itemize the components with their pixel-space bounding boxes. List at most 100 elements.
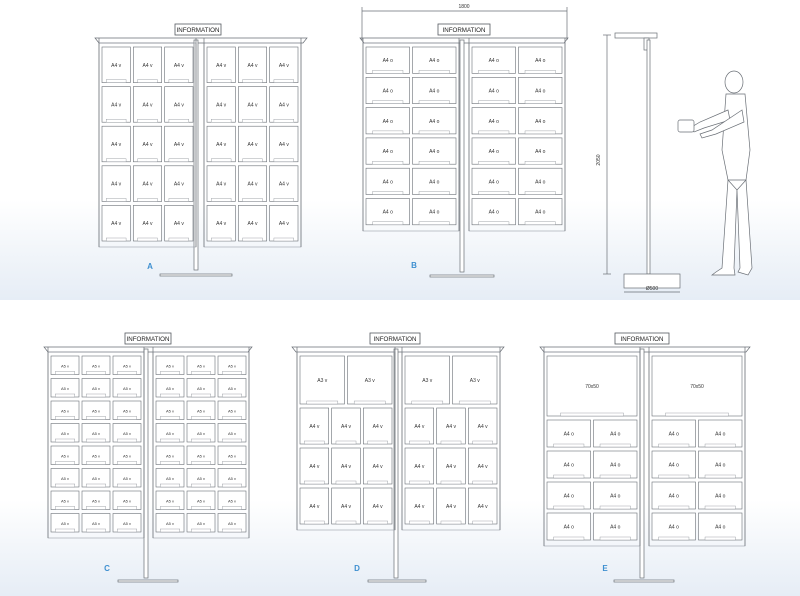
brochure-pocket: A4 o	[412, 77, 457, 104]
pocket-label: A4 v	[373, 424, 384, 430]
top-bar	[94, 37, 308, 44]
brochure-pocket: A4 v	[206, 205, 236, 242]
panel: A4 o A4 o A4 o A4 o A4 o A4 o A4 o A4 o A4 o A4 o…	[362, 38, 460, 232]
pocket-label: A5 v	[61, 408, 69, 413]
pocket-label: A4 o	[535, 58, 546, 64]
brochure-pocket: A5 v	[186, 378, 216, 398]
brochure-pocket: A4 v	[238, 46, 267, 83]
brochure-pocket: A4 o	[471, 77, 516, 104]
pocket-label: A5 v	[92, 363, 100, 368]
base-dimension-label: Ø500	[646, 286, 658, 292]
brochure-pocket: A4 o	[471, 107, 516, 135]
brochure-pocket: A4 o	[412, 167, 457, 195]
pocket-label: A4 v	[174, 102, 185, 108]
pocket-label: A4 v	[174, 63, 185, 69]
base	[613, 579, 675, 583]
stand-e: INFORMATION E 70x50 A4 o A4 o A4 o A4 o A4 o A4 …	[539, 332, 751, 583]
brochure-pocket: A5 v	[112, 445, 142, 465]
pocket-label: A4 o	[610, 494, 621, 500]
brochure-pocket: A5 v	[217, 445, 247, 465]
brochure-pocket: A4 v	[299, 447, 329, 485]
pocket-label: A4 o	[610, 463, 621, 469]
brochure-pocket: A4 o	[365, 46, 410, 74]
pocket-label: A5 v	[228, 476, 236, 481]
pocket-label: A4 v	[247, 63, 258, 69]
brochure-pocket: A4 v	[238, 165, 267, 202]
stand-letter: E	[602, 564, 608, 573]
brochure-pocket: A5 v	[186, 355, 216, 375]
stand-letter: D	[354, 564, 360, 573]
pocket-label: A4 o	[383, 179, 394, 185]
pocket-label: A3 v	[422, 378, 433, 384]
panel: A3 v A3 v A4 v A4 v A4 v A4 v A4 v A4 v A4 v A4 v…	[296, 347, 396, 531]
information-header: INFORMATION	[174, 23, 222, 36]
brochure-pocket: A4 v	[436, 447, 466, 485]
pocket-label: A5 v	[228, 431, 236, 436]
pocket-label: A4 o	[715, 463, 726, 469]
brochure-pocket: A4 v	[269, 86, 299, 123]
brochure-pocket: A4 v	[269, 165, 299, 202]
base	[117, 579, 179, 583]
brochure-pocket: A4 v	[133, 165, 162, 202]
pocket-label: A4 v	[142, 221, 153, 227]
information-header-text: INFORMATION	[374, 336, 417, 343]
pocket-label: A4 v	[142, 63, 153, 69]
brochure-pocket: A5 v	[155, 513, 185, 533]
brochure-pocket: A5 v	[217, 468, 247, 488]
panel: A5 v A5 v A5 v A5 v A5 v A5 v A5 v A5 v A5 v A5 v…	[152, 347, 250, 539]
pocket-label: A5 v	[166, 386, 174, 391]
brochure-pocket: A4 v	[101, 46, 131, 83]
pocket-label: A5 v	[166, 521, 174, 526]
brochure-pocket: A4 v	[206, 86, 236, 123]
pocket-label: A3 v	[470, 378, 481, 384]
panel: A4 v A4 v A4 v A4 v A4 v A4 v A4 v A4 v A4 v A4 v…	[203, 38, 302, 248]
pocket-label: A4 o	[429, 88, 440, 94]
pocket-label: A4 o	[429, 119, 440, 125]
brochure-pocket: A4 o	[698, 419, 743, 448]
pocket-label: A4 o	[669, 463, 680, 469]
brochure-pocket: A5 v	[186, 468, 216, 488]
brochure-pocket: A4 o	[518, 137, 563, 165]
brochure-pocket: A5 v	[217, 355, 247, 375]
brochure-pocket: A5 v	[112, 468, 142, 488]
pocket-label: A4 o	[669, 432, 680, 438]
brochure-pocket: A5 v	[112, 355, 142, 375]
brochure-pocket: A5 v	[50, 400, 80, 420]
brochure-pocket: A5 v	[217, 378, 247, 398]
pocket-label: A4 v	[174, 182, 185, 188]
pocket-label: A4 v	[216, 182, 227, 188]
pocket-label: A5 v	[61, 431, 69, 436]
pocket-label: A5 v	[228, 386, 236, 391]
pocket-label: A4 v	[111, 221, 122, 227]
base	[429, 274, 495, 278]
brochure-pocket: A4 o	[593, 450, 638, 479]
pocket-label: A4 v	[446, 504, 457, 510]
pocket-label: A4 o	[564, 494, 575, 500]
pocket-label: A5 v	[61, 521, 69, 526]
pocket-label: 70x50	[585, 384, 599, 390]
brochure-pocket: A5 v	[155, 445, 185, 465]
pocket-label: A4 o	[610, 432, 621, 438]
brochure-pocket: A4 v	[101, 165, 131, 202]
stand-d: INFORMATION D A3 v A3 v A4 v A4 v A4 v A4 v A4 v…	[291, 332, 505, 583]
brochure-pocket: A5 v	[217, 400, 247, 420]
information-header: INFORMATION	[437, 23, 491, 36]
brochure-pocket: A4 o	[593, 512, 638, 541]
pocket-label: A5 v	[228, 453, 236, 458]
brochure-pocket: A5 v	[217, 513, 247, 533]
brochure-pocket: A4 o	[546, 512, 591, 541]
brochure-pocket: A5 v	[155, 400, 185, 420]
pocket-label: A4 o	[429, 149, 440, 155]
information-header-text: INFORMATION	[177, 27, 220, 34]
pocket-label: A5 v	[197, 386, 205, 391]
brochure-pocket: A4 o	[471, 167, 516, 195]
stand-letter: B	[411, 261, 417, 270]
brochure-pocket: A4 v	[133, 46, 162, 83]
brochure-pocket: A4 v	[238, 86, 267, 123]
brochure-pocket: A4 v	[101, 205, 131, 242]
pocket-label: A5 v	[123, 386, 131, 391]
pocket-label: A5 v	[166, 408, 174, 413]
brochure-pocket: A5 v	[112, 378, 142, 398]
pocket-label: A4 o	[564, 463, 575, 469]
pocket-label: A5 v	[92, 431, 100, 436]
